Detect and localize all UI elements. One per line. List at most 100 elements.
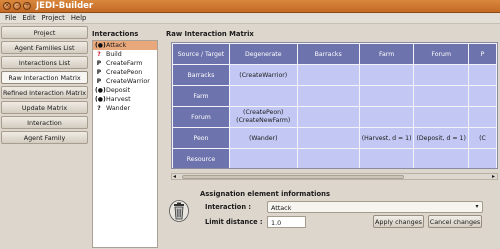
interaction-type-icon: P bbox=[96, 78, 102, 85]
matrix-row-header: Barracks bbox=[172, 64, 230, 86]
menu-help[interactable]: Help bbox=[68, 14, 90, 22]
cancel-changes-button[interactable]: Cancel changes bbox=[428, 215, 482, 228]
interaction-list-item[interactable]: (●) Attack bbox=[93, 41, 157, 50]
interaction-list-item[interactable]: P CreatePeon bbox=[93, 68, 157, 77]
interaction-list-item-label: CreateFarm bbox=[106, 60, 143, 67]
matrix-corner-header: Source / Target bbox=[172, 43, 230, 65]
assignation-title: Assignation element informations bbox=[200, 190, 331, 198]
matrix-cell[interactable] bbox=[296, 127, 360, 149]
matrix-cell[interactable] bbox=[358, 85, 415, 107]
sidebar-item-agent-families-list[interactable]: Agent Families List bbox=[1, 41, 88, 54]
scrollbar-thumb[interactable] bbox=[182, 175, 404, 179]
interaction-list-item-label: Attack bbox=[106, 42, 127, 49]
matrix-cell[interactable]: (Harvest, d = 1) bbox=[358, 127, 415, 149]
maximize-window-icon[interactable]: + bbox=[23, 2, 31, 10]
matrix-cell[interactable] bbox=[296, 85, 360, 107]
matrix-cell[interactable]: (CreatePeon) (CreateNewFarm) bbox=[228, 106, 298, 128]
matrix-cell[interactable] bbox=[413, 106, 469, 128]
matrix-column-header: Degenerate bbox=[228, 43, 298, 65]
matrix-cell[interactable] bbox=[413, 85, 469, 107]
interaction-list-item-label: Harvest bbox=[106, 96, 131, 103]
matrix-row: Forum (CreatePeon) (CreateNewFarm) bbox=[172, 106, 497, 128]
interaction-type-icon: ? bbox=[97, 51, 101, 58]
menu-bar: File Edit Project Help bbox=[0, 13, 500, 24]
interaction-list-item[interactable]: P CreateFarm bbox=[93, 59, 157, 68]
matrix-cell[interactable] bbox=[228, 148, 298, 168]
interaction-select-value: Attack bbox=[271, 204, 292, 212]
matrix-cell[interactable] bbox=[413, 148, 469, 168]
interaction-list-item[interactable]: (●) Harvest bbox=[93, 95, 157, 104]
matrix-row-header: Forum bbox=[172, 106, 230, 128]
sidebar-item-update-matrix[interactable]: Update Matrix bbox=[1, 101, 88, 114]
menu-file[interactable]: File bbox=[2, 14, 19, 22]
limit-distance-label: Limit distance : bbox=[205, 218, 263, 226]
interaction-list-item-label: Build bbox=[106, 51, 122, 58]
matrix-row: Farm bbox=[172, 85, 497, 107]
window-title: JEDI-Builder bbox=[36, 1, 94, 11]
close-window-icon[interactable]: × bbox=[3, 2, 11, 10]
title-bar: × – + JEDI-Builder bbox=[0, 0, 500, 13]
matrix-row-header: Farm bbox=[172, 85, 230, 107]
interactions-panel: Interactions (●) Attack? Build P CreateFarm P… bbox=[92, 30, 161, 248]
matrix-cell-line: (CreatePeon) bbox=[243, 109, 284, 116]
interaction-list-item[interactable]: ? Build bbox=[93, 50, 157, 59]
matrix-cell[interactable] bbox=[296, 64, 360, 86]
sidebar-item-interaction[interactable]: Interaction bbox=[1, 116, 88, 129]
matrix-row: Barracks (CreateWarrior) bbox=[172, 64, 497, 86]
matrix-cell[interactable] bbox=[467, 148, 497, 168]
interaction-type-icon: P bbox=[96, 69, 102, 76]
matrix-cell[interactable] bbox=[467, 85, 497, 107]
matrix-cell[interactable] bbox=[296, 106, 360, 128]
matrix-cell[interactable] bbox=[358, 106, 415, 128]
matrix-row-header: Resource bbox=[172, 148, 230, 168]
minimize-window-icon[interactable]: – bbox=[13, 2, 21, 10]
matrix-table-container: Source / Target Degenerate Barracks Farm For… bbox=[171, 42, 498, 169]
interaction-type-icon: ? bbox=[97, 105, 101, 112]
sidebar-item-interactions-list[interactable]: Interactions List bbox=[1, 56, 88, 69]
interaction-list-item[interactable]: P CreateWarrior bbox=[93, 77, 157, 86]
scroll-right-icon[interactable]: ▸ bbox=[492, 173, 495, 180]
matrix-cell[interactable] bbox=[413, 64, 469, 86]
matrix-row: Peon (Wander) (Harvest, d = 1) (Deposit, d … bbox=[172, 127, 497, 149]
chevron-down-icon[interactable]: ▾ bbox=[473, 203, 481, 211]
menu-project[interactable]: Project bbox=[39, 14, 68, 22]
interaction-list-item-label: CreatePeon bbox=[106, 69, 143, 76]
interaction-select[interactable]: Attack ▾ bbox=[267, 201, 483, 213]
interaction-list-item[interactable]: ? Wander bbox=[93, 104, 157, 113]
matrix-cell[interactable] bbox=[228, 85, 298, 107]
matrix-horizontal-scrollbar[interactable]: ◂ ▸ bbox=[171, 173, 498, 180]
matrix-cell[interactable]: (Deposit, d = 1) bbox=[413, 127, 469, 149]
matrix-cell[interactable] bbox=[467, 106, 497, 128]
sidebar-item-refined-interaction-matrix[interactable]: Refined Interaction Matrix bbox=[1, 86, 88, 99]
interaction-list-item[interactable]: (●) Deposit bbox=[93, 86, 157, 95]
sidebar-item-agent-family[interactable]: Agent Family bbox=[1, 131, 88, 144]
trash-icon[interactable] bbox=[169, 200, 189, 222]
matrix-column-header: Barracks bbox=[296, 43, 360, 65]
matrix-cell[interactable] bbox=[358, 148, 415, 168]
interactions-list: (●) Attack? Build P CreateFarm P CreatePeon P Cr… bbox=[92, 40, 158, 248]
interaction-label: Interaction : bbox=[205, 203, 251, 211]
interaction-type-icon: (●) bbox=[95, 87, 106, 94]
interactions-title: Interactions bbox=[92, 30, 139, 38]
matrix-title: Raw Interaction Matrix bbox=[166, 30, 254, 38]
sidebar-item-raw-interaction-matrix[interactable]: Raw Interaction Matrix bbox=[1, 71, 88, 84]
matrix-column-header: Forum bbox=[413, 43, 469, 65]
scroll-left-icon[interactable]: ◂ bbox=[173, 173, 176, 180]
matrix-column-header: Farm bbox=[358, 43, 415, 65]
window-controls: × – + bbox=[3, 2, 31, 10]
apply-changes-button[interactable]: Apply changes bbox=[373, 215, 424, 228]
matrix-cell[interactable] bbox=[358, 64, 415, 86]
matrix-cell[interactable] bbox=[296, 148, 360, 168]
matrix-cell[interactable]: (Wander) bbox=[228, 127, 298, 149]
limit-distance-field[interactable]: 1.0 bbox=[267, 216, 306, 228]
matrix-cell[interactable]: (CreateWarrior) bbox=[228, 64, 298, 86]
matrix-cell[interactable] bbox=[467, 64, 497, 86]
interaction-matrix-table: Source / Target Degenerate Barracks Farm For… bbox=[172, 43, 497, 168]
matrix-column-header: P bbox=[467, 43, 497, 65]
matrix-cell[interactable]: (C bbox=[467, 127, 497, 149]
matrix-cell-line: (CreateNewFarm) bbox=[236, 117, 291, 124]
interaction-type-icon: (●) bbox=[95, 96, 106, 103]
menu-edit[interactable]: Edit bbox=[19, 14, 38, 22]
sidebar-item-project[interactable]: Project bbox=[1, 26, 88, 39]
interaction-type-icon: (●) bbox=[95, 42, 106, 49]
